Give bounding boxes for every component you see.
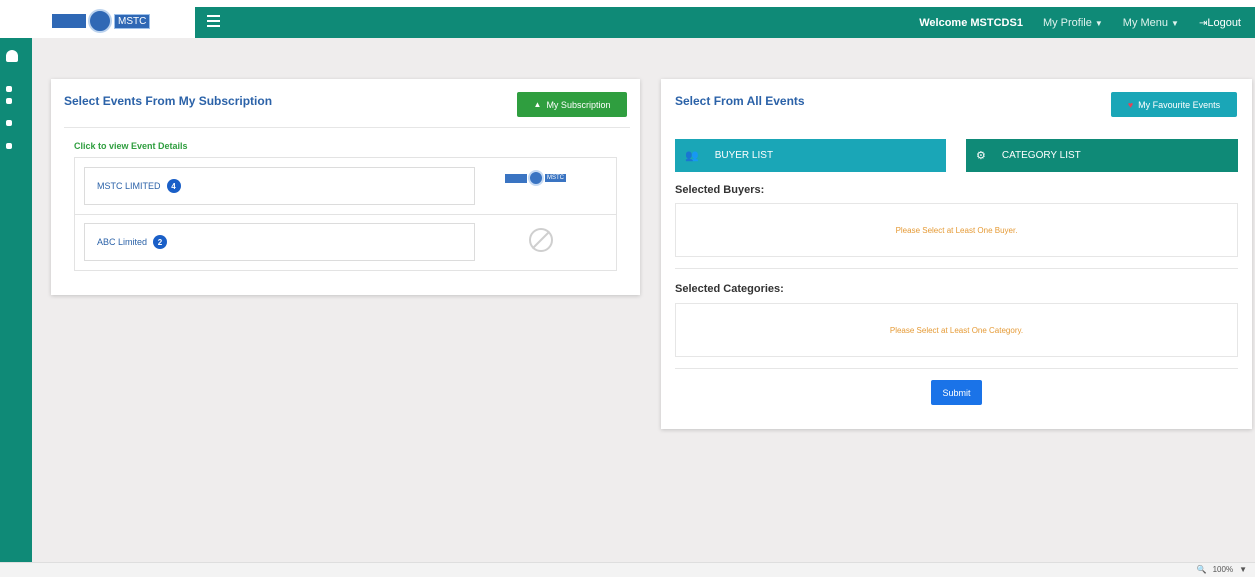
home-icon[interactable] bbox=[6, 86, 12, 92]
tools-icon[interactable] bbox=[6, 98, 12, 104]
cogs-icon: ⚙ bbox=[976, 150, 986, 162]
nav-right: Welcome MSTCDS1 My Profile ▼ My Menu ▼ ⇥Lo… bbox=[919, 7, 1241, 38]
mstc-logo[interactable]: MSTC bbox=[52, 7, 170, 35]
divider bbox=[675, 368, 1238, 369]
welcome-text: Welcome MSTCDS1 bbox=[919, 16, 1023, 29]
subscription-panel-title: Select Events From My Subscription bbox=[64, 94, 273, 108]
globe-icon bbox=[528, 170, 544, 186]
hamburger-menu-icon[interactable] bbox=[207, 15, 220, 27]
logo-text: MSTC bbox=[545, 174, 566, 182]
globe-icon bbox=[88, 9, 112, 33]
selected-categories-box: Please Select at Least One Category. bbox=[675, 303, 1238, 357]
my-menu-menu[interactable]: My Menu ▼ bbox=[1123, 17, 1179, 29]
mstc-logo: MSTC bbox=[505, 169, 575, 187]
event-item-abc-limited[interactable]: ABC Limited 2 bbox=[84, 223, 475, 261]
event-count-badge: 4 bbox=[166, 179, 181, 193]
zoom-control[interactable]: 🔍 100% ▼ bbox=[1197, 565, 1247, 574]
status-bar: 🔍 100% ▼ bbox=[0, 562, 1255, 577]
user-icon[interactable] bbox=[6, 50, 18, 62]
my-favourite-events-button[interactable]: ♥ My Favourite Events bbox=[1111, 92, 1237, 117]
selected-buyers-box: Please Select at Least One Buyer. bbox=[675, 203, 1238, 257]
top-navbar: MSTC Welcome MSTCDS1 My Profile ▼ My Menu… bbox=[0, 0, 1255, 38]
my-subscription-button[interactable]: ▲ My Subscription bbox=[517, 92, 627, 117]
bell-icon: ▲ bbox=[533, 100, 542, 109]
table-row: ABC Limited 2 bbox=[75, 215, 616, 272]
logout-link[interactable]: ⇥Logout bbox=[1199, 17, 1241, 29]
zoom-level: 100% bbox=[1212, 565, 1234, 574]
category-list-button[interactable]: ⚙ CATEGORY LIST bbox=[966, 139, 1238, 172]
logo-block bbox=[52, 14, 86, 28]
category-list-label: CATEGORY LIST bbox=[1001, 150, 1081, 161]
click-to-view-label: Click to view Event Details bbox=[74, 141, 188, 151]
divider bbox=[675, 268, 1238, 269]
my-subscription-label: My Subscription bbox=[546, 99, 611, 110]
submit-button[interactable]: Submit bbox=[931, 380, 982, 405]
chevron-down-icon: ▼ bbox=[1171, 18, 1179, 28]
event-name: MSTC LIMITED bbox=[97, 181, 161, 191]
chart-icon[interactable] bbox=[6, 143, 12, 149]
all-events-panel: Select From All Events ♥ My Favourite Ev… bbox=[661, 79, 1252, 429]
buyers-message: Please Select at Least One Buyer. bbox=[895, 225, 1018, 235]
buyer-list-label: BUYER LIST bbox=[714, 150, 774, 161]
heart-icon: ♥ bbox=[1127, 99, 1134, 110]
selected-categories-label: Selected Categories: bbox=[675, 283, 784, 295]
categories-message: Please Select at Least One Category. bbox=[889, 325, 1024, 335]
magnifier-icon: 🔍 bbox=[1196, 565, 1207, 574]
chevron-down-icon: ▼ bbox=[1239, 565, 1247, 574]
users-icon: 👥 bbox=[685, 150, 699, 162]
event-table: MSTC LIMITED 4 MSTC ABC Limited 2 bbox=[74, 157, 617, 271]
buyer-list-button[interactable]: 👥 BUYER LIST bbox=[675, 139, 946, 172]
event-count-badge: 2 bbox=[153, 235, 168, 249]
divider bbox=[64, 127, 630, 128]
chevron-down-icon: ▼ bbox=[1094, 18, 1103, 28]
sidebar-collapsed bbox=[0, 38, 32, 562]
my-profile-menu[interactable]: My Profile ▼ bbox=[1043, 17, 1103, 29]
event-item-mstc-limited[interactable]: MSTC LIMITED 4 bbox=[84, 167, 475, 205]
table-row: MSTC LIMITED 4 MSTC bbox=[75, 158, 616, 215]
event-name: ABC Limited bbox=[97, 237, 148, 247]
logo-text: MSTC bbox=[114, 13, 151, 29]
all-events-panel-title: Select From All Events bbox=[675, 94, 805, 108]
navbar-bar: Welcome MSTCDS1 My Profile ▼ My Menu ▼ ⇥Lo… bbox=[195, 7, 1255, 38]
no-logo-icon bbox=[529, 228, 553, 252]
selected-buyers-label: Selected Buyers: bbox=[675, 184, 765, 196]
subscription-panel: Select Events From My Subscription ▲ My … bbox=[51, 79, 640, 295]
my-favourite-events-label: My Favourite Events bbox=[1138, 99, 1221, 110]
edit-icon[interactable] bbox=[6, 120, 12, 126]
